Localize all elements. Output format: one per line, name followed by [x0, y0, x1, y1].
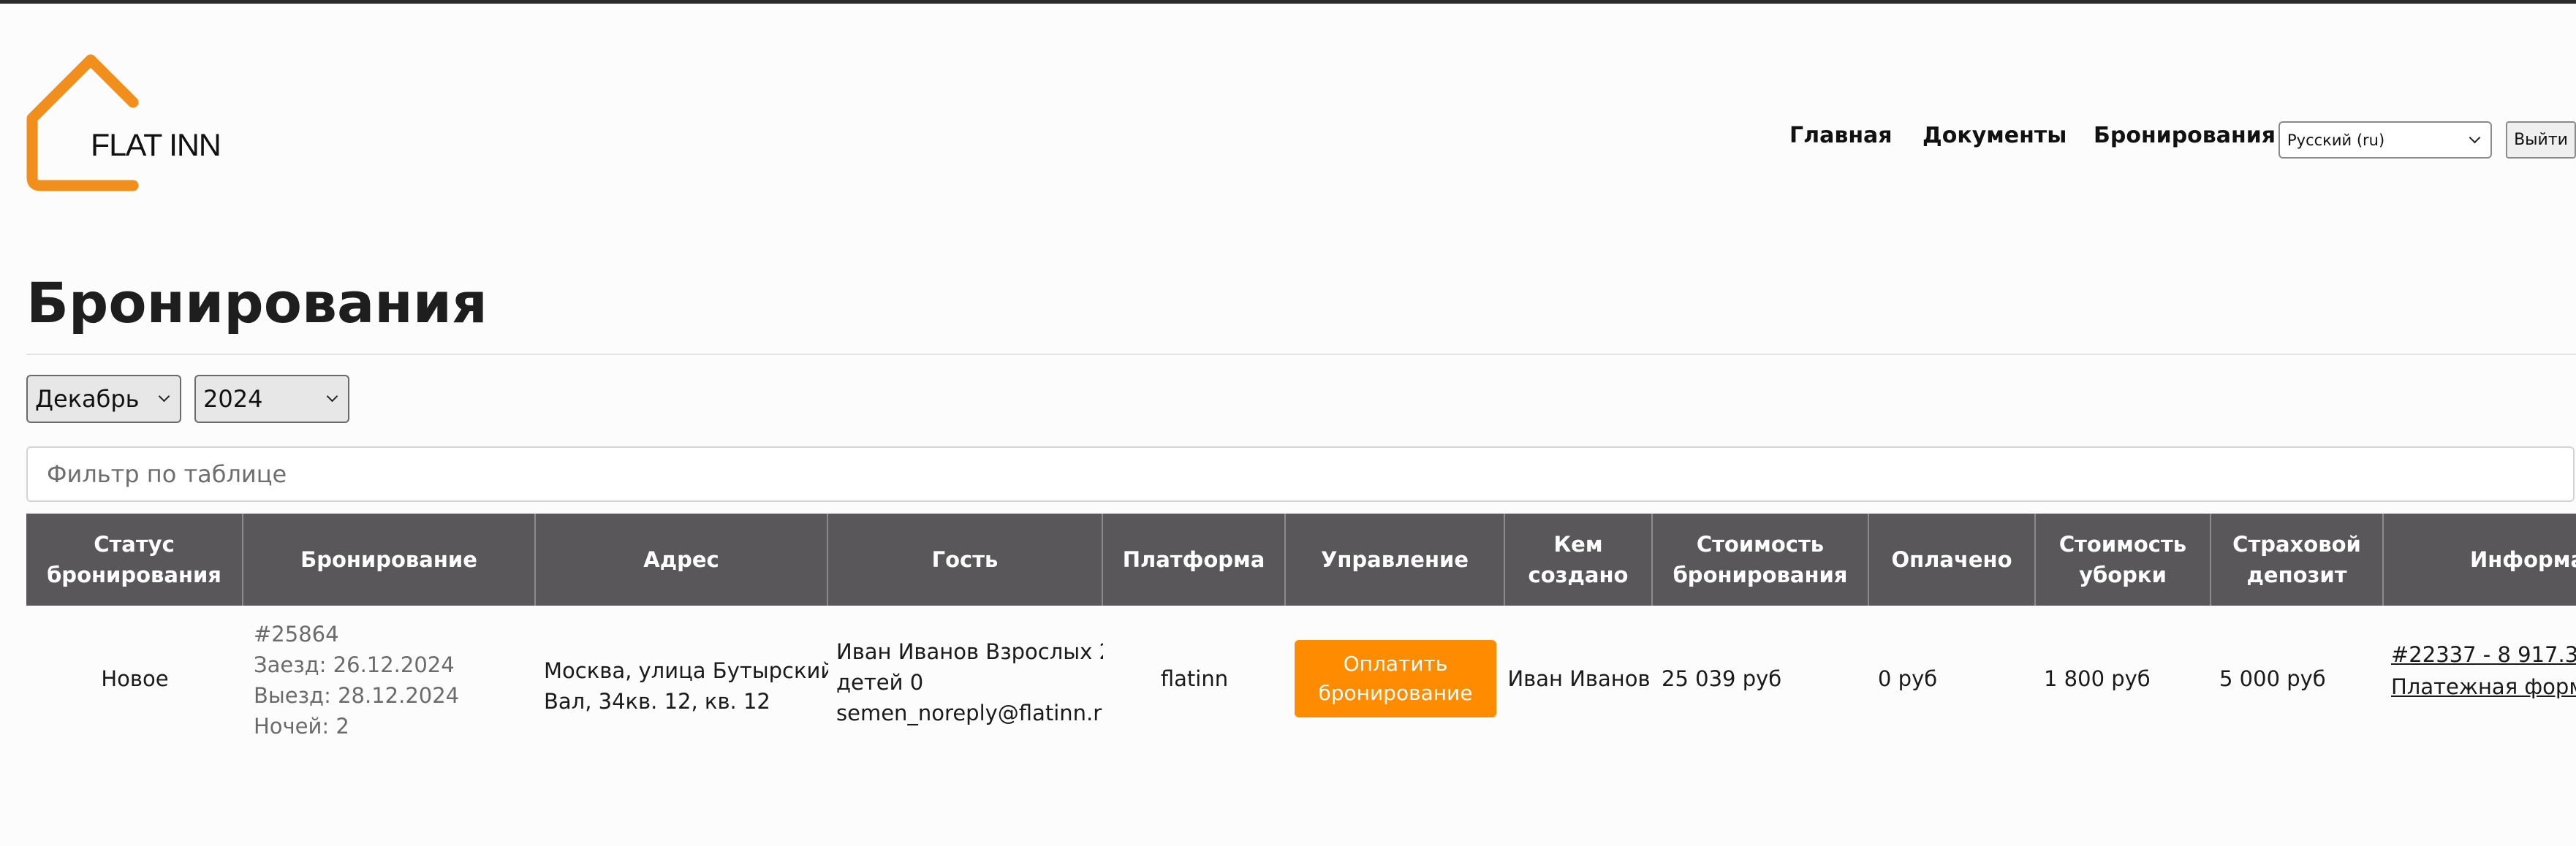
logout-button[interactable]: Выйти — [2506, 121, 2576, 159]
deposit-amount: 5 000 руб — [2219, 666, 2326, 691]
created-by: Иван Иванов — [1507, 666, 1651, 691]
management-cell: Оплатить бронирование — [1286, 606, 1505, 752]
column-header-management[interactable]: Управление — [1286, 514, 1505, 606]
column-header-booking-cost[interactable]: Стоимость бронирования — [1653, 514, 1869, 606]
pay-booking-button[interactable]: Оплатить бронирование — [1295, 640, 1496, 717]
house-icon — [26, 54, 139, 191]
column-header-paid[interactable]: Оплачено — [1869, 514, 2036, 606]
column-header-address[interactable]: Адрес — [536, 514, 828, 606]
column-header-booking[interactable]: Бронирование — [243, 514, 536, 606]
column-header-status[interactable]: Статус бронирования — [26, 514, 243, 606]
booking-check-in: Заезд: 26.12.2024 — [254, 652, 455, 677]
bookings-table: Статус бронирования Бронирование Адрес Го… — [26, 514, 2576, 755]
month-select-value: Декабрь — [35, 385, 140, 413]
page-title: Бронирования — [26, 270, 488, 335]
month-select[interactable]: Декабрь — [26, 375, 181, 423]
payment-form-link[interactable]: Платежная форма — [2391, 671, 2576, 703]
year-select-value: 2024 — [203, 385, 263, 413]
column-header-created-by[interactable]: Кем создано — [1505, 514, 1653, 606]
booking-address: Москва, улица Бутырский Вал, 34кв. 12, к… — [544, 658, 828, 714]
chevron-down-icon — [2469, 132, 2481, 143]
booking-cost: 25 039 руб — [1662, 666, 1782, 691]
brand-name: FLAT INN — [91, 128, 221, 163]
nav-bookings-link[interactable]: Бронирования — [2094, 123, 2276, 156]
language-select[interactable]: Русский (ru) — [2278, 121, 2492, 159]
table-header: Статус бронирования Бронирование Адрес Го… — [26, 514, 2576, 606]
paid-amount: 0 руб — [1878, 666, 1938, 691]
cleaning-cost: 1 800 руб — [2044, 666, 2151, 691]
flat-inn-logo[interactable]: FLAT INN — [26, 42, 253, 196]
year-select[interactable]: 2024 — [194, 375, 349, 423]
column-header-guest[interactable]: Гость — [828, 514, 1103, 606]
column-header-platform[interactable]: Платформа — [1103, 514, 1286, 606]
info-cell: #22337 - 8 917.3 RU Платежная форма — [2391, 606, 2576, 752]
nav-documents-link[interactable]: Документы — [1922, 123, 2067, 156]
booking-nights: Ночей: 2 — [254, 714, 349, 739]
chevron-down-icon — [326, 390, 338, 403]
nav-home-link[interactable]: Главная — [1789, 123, 1893, 156]
title-divider — [26, 354, 2576, 355]
payment-info-link[interactable]: #22337 - 8 917.3 RU — [2391, 639, 2576, 671]
top-border — [0, 0, 2576, 4]
language-select-value: Русский (ru) — [2287, 131, 2385, 149]
column-header-deposit[interactable]: Страховой депозит — [2211, 514, 2384, 606]
booking-details: #25864 Заезд: 26.12.2024 Выезд: 28.12.20… — [254, 606, 536, 752]
column-header-info[interactable]: Информац — [2384, 514, 2576, 606]
column-header-cleaning-cost[interactable]: Стоимость уборки — [2036, 514, 2211, 606]
booking-number: #25864 — [254, 622, 339, 647]
booking-check-out: Выезд: 28.12.2024 — [254, 683, 460, 708]
booking-status: Новое — [101, 666, 169, 691]
chevron-down-icon — [158, 390, 170, 403]
guest-info: Иван Иванов Взрослых 2 детей 0 semen_nor… — [836, 639, 1103, 725]
booking-platform: flatinn — [1160, 666, 1229, 691]
table-row: Новое #25864 Заезд: 26.12.2024 Выезд: 28… — [26, 606, 2576, 752]
table-filter-input[interactable]: Фильтр по таблице — [26, 446, 2575, 502]
